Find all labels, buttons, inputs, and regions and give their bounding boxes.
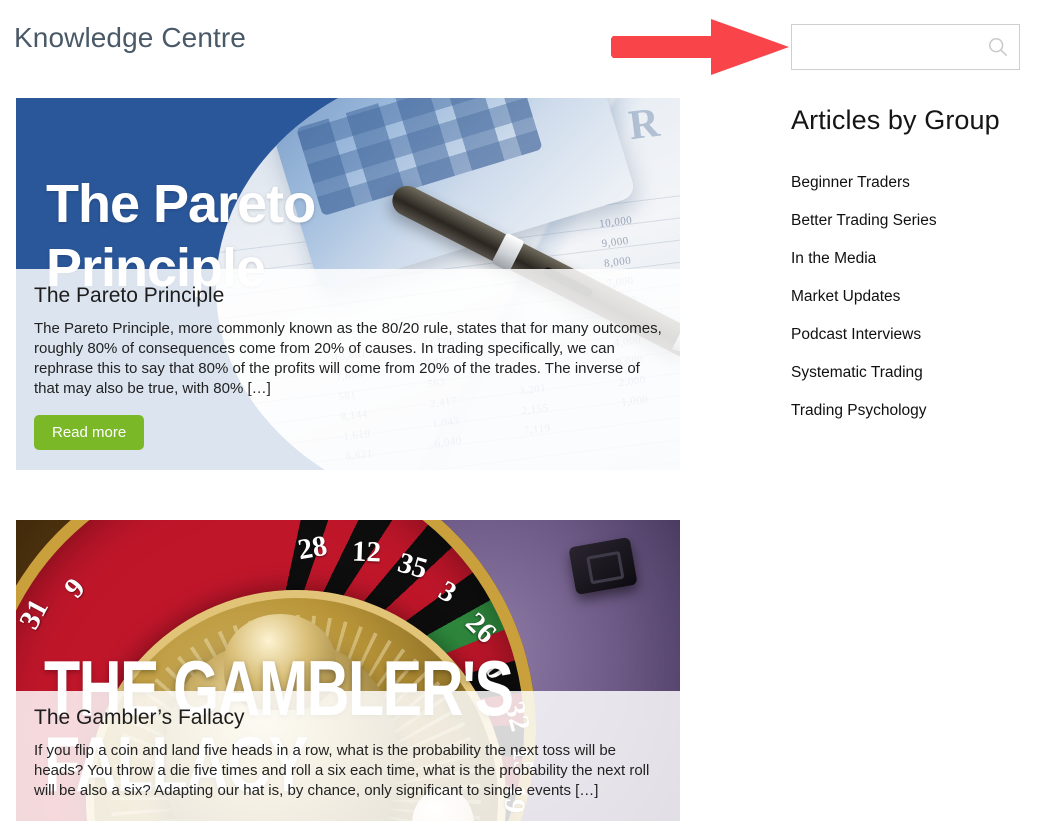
article-card-pareto-principle[interactable]: NESS R 13,8017,8045818,1441,6196,621 11,…	[16, 98, 680, 470]
list-item: Market Updates	[791, 288, 1041, 306]
search-input[interactable]	[792, 25, 1019, 69]
read-more-button[interactable]: Read more	[34, 415, 145, 450]
list-item: Beginner Traders	[791, 174, 1041, 192]
sidebar-item-podcast-interviews[interactable]: Podcast Interviews	[791, 326, 921, 343]
sidebar-item-in-the-media[interactable]: In the Media	[791, 250, 876, 267]
page-title: Knowledge Centre	[14, 22, 246, 53]
roulette-number: 31	[16, 593, 55, 635]
sidebar-articles-by-group: Articles by Group Beginner Traders Bette…	[791, 105, 1041, 440]
article-excerpt: The Pareto Principle, more commonly know…	[34, 320, 662, 397]
article-title: The Gambler’s Fallacy	[34, 706, 245, 729]
sidebar-item-beginner-traders[interactable]: Beginner Traders	[791, 174, 910, 191]
roulette-number: 9	[58, 572, 92, 605]
sidebar-item-better-trading-series[interactable]: Better Trading Series	[791, 212, 937, 229]
list-item: Systematic Trading	[791, 364, 1041, 382]
article-excerpt: If you flip a coin and land five heads i…	[34, 742, 650, 799]
roulette-number: 28	[295, 529, 330, 567]
article-text-overlay: The Gambler’s Fallacy If you flip a coin…	[16, 691, 680, 821]
article-card-gamblers-fallacy[interactable]: 31 9 28 12 35 3 26 0 32 15 19 The Gamble…	[16, 520, 680, 821]
sidebar-item-trading-psychology[interactable]: Trading Psychology	[791, 402, 927, 419]
red-arrow-annotation-icon	[608, 18, 791, 76]
sidebar-item-systematic-trading[interactable]: Systematic Trading	[791, 364, 923, 381]
sidebar-link-list: Beginner Traders Better Trading Series I…	[791, 174, 1041, 420]
roulette-number: 12	[351, 535, 382, 569]
roulette-number: 35	[394, 546, 431, 586]
list-item: Podcast Interviews	[791, 326, 1041, 344]
knowledge-centre-page: Knowledge Centre NESS R 13,80	[0, 0, 1053, 821]
roulette-number: 3	[433, 574, 462, 610]
article-title: The Pareto Principle	[34, 284, 225, 307]
list-item: Better Trading Series	[791, 212, 1041, 230]
sidebar-item-market-updates[interactable]: Market Updates	[791, 288, 900, 305]
article-text-overlay: The Pareto Principle The Pareto Principl…	[16, 269, 680, 470]
list-item: Trading Psychology	[791, 402, 1041, 420]
sidebar-heading: Articles by Group	[791, 105, 1000, 135]
list-item: In the Media	[791, 250, 1041, 268]
article-list: NESS R 13,8017,8045818,1441,6196,621 11,…	[16, 98, 680, 821]
search-box[interactable]	[791, 24, 1020, 70]
